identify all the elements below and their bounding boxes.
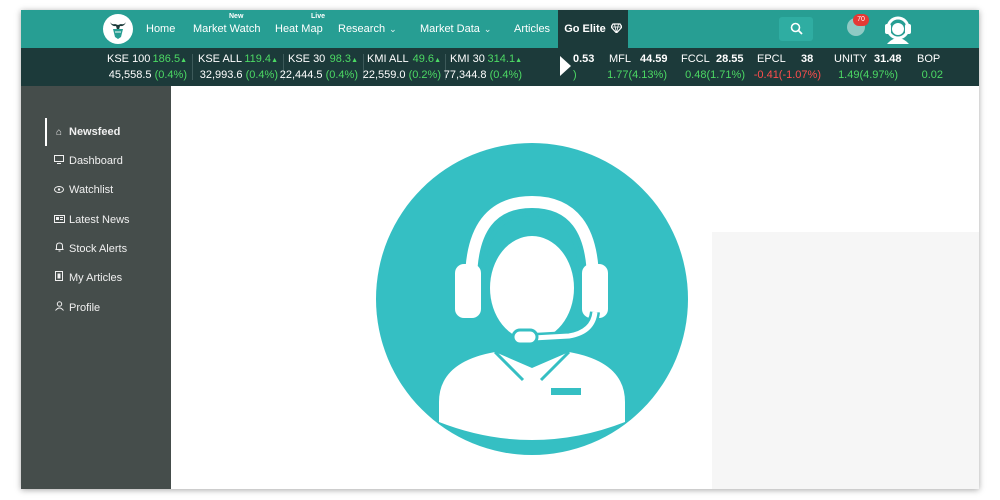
diamond-icon [610,23,623,34]
sidebar-item-latest-news[interactable]: Latest News [45,206,171,234]
user-icon [53,295,65,323]
sidebar-item-dashboard[interactable]: Dashboard [45,147,171,175]
chevron-down-icon: ⌄ [483,24,492,34]
sidebar-item-watchlist[interactable]: Watchlist [45,176,171,204]
main-content [171,86,979,489]
ticker-stock[interactable]: 0.53 ) [573,52,603,84]
sidebar-item-profile[interactable]: Profile [45,294,171,322]
up-arrow-icon: ▲ [351,57,358,64]
ticker-stock[interactable]: UNITY 31.48 1.49(4.97%) [834,52,902,84]
up-arrow-icon: ▲ [271,57,278,64]
nav-home[interactable]: Home [146,10,175,48]
side-panel [712,232,979,489]
ticker-stock[interactable]: BOP 0.02 [917,52,943,84]
go-elite-button[interactable]: Go Elite [558,10,628,48]
ticker-stock[interactable]: MFL 44.59 1.77(4.13%) [607,52,667,84]
sidebar-item-newsfeed[interactable]: ⌂ Newsfeed [45,118,171,146]
bull-logo-icon[interactable] [103,14,133,44]
ticker-stock[interactable]: EPCL 38 -0.41(-1.07%) [754,52,821,84]
notification-count-badge: 70 [853,14,869,26]
nav-articles[interactable]: Articles [514,10,550,48]
search-button[interactable] [779,17,813,41]
eye-icon [53,177,65,205]
chevron-down-icon: ⌄ [389,24,397,34]
app-window: Home Market Watch New Heat Map Live Rese… [21,10,979,489]
bell-icon [53,236,65,264]
document-icon [53,265,65,293]
play-icon[interactable] [560,56,571,76]
headset-support-icon[interactable] [881,14,915,47]
customer-support-headset-icon [373,140,691,463]
index-kmi30[interactable]: KMI 30 314.1▲ 77,344.8 (0.4%) [444,52,522,84]
nav-market-watch[interactable]: Market Watch New [193,10,260,48]
nav-market-data[interactable]: Market Data ⌄ [420,10,491,48]
sidebar-item-my-articles[interactable]: My Articles [45,264,171,292]
index-kse100[interactable]: KSE 100 186.5▲ 45,558.5 (0.4%) [107,52,187,84]
newspaper-icon [53,207,65,235]
up-arrow-icon: ▲ [434,57,441,64]
index-kse30[interactable]: KSE 30 98.3▲ 22,444.5 (0.4%) [280,52,358,84]
ticker-stock[interactable]: FCCL 28.55 0.48(1.71%) [681,52,745,84]
index-kmiall[interactable]: KMI ALL 49.6▲ 22,559.0 (0.2%) [363,52,441,84]
market-ticker: KSE 100 186.5▲ 45,558.5 (0.4%) KSE ALL 1… [21,48,979,86]
sidebar-item-stock-alerts[interactable]: Stock Alerts [45,235,171,263]
top-navbar: Home Market Watch New Heat Map Live Rese… [21,10,979,48]
sidebar: ⌂ Newsfeed Dashboard Watchlist Latest New… [21,86,171,489]
new-badge: New [229,13,244,20]
up-arrow-icon: ▲ [180,57,187,64]
nav-research[interactable]: Research ⌄ [338,10,397,48]
divider [192,54,193,80]
search-icon [790,22,803,35]
index-kseall[interactable]: KSE ALL 119.4▲ 32,993.6 (0.4%) [198,52,278,84]
live-badge: Live [311,13,326,20]
nav-heat-map[interactable]: Heat Map Live [275,10,326,48]
monitor-icon [53,148,65,176]
home-icon: ⌂ [55,127,63,138]
up-arrow-icon: ▲ [515,57,522,64]
